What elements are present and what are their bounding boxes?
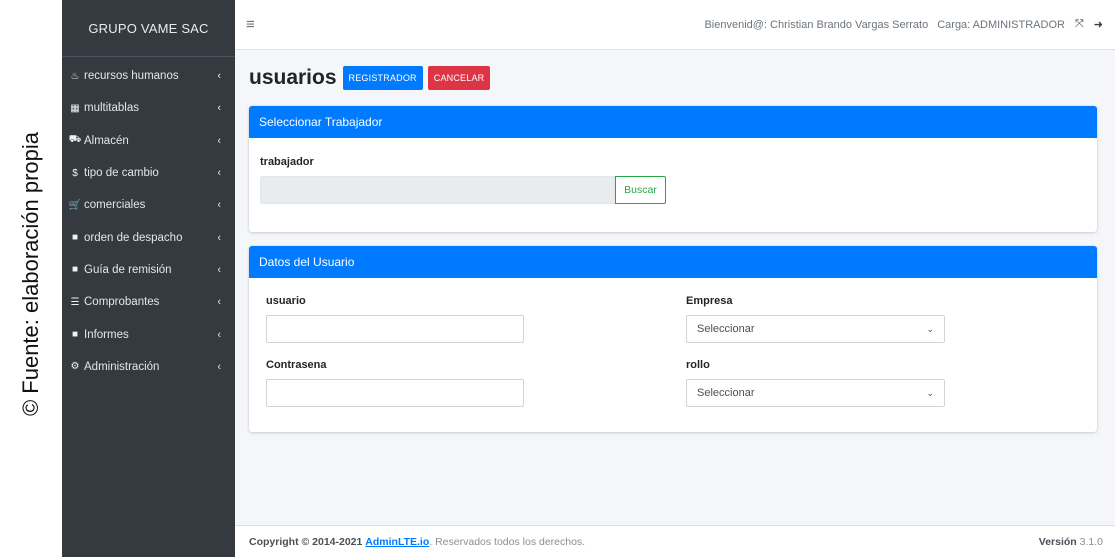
sidebar-item-label: Almacén (84, 134, 129, 147)
sidebar-item-guia-de-remision[interactable]: ■ Guía de remisión ‹ (62, 254, 235, 286)
chevron-down-icon: ⌄ (926, 323, 934, 334)
sidebar-item-label: Administración (84, 360, 160, 373)
usuario-label: usuario (266, 295, 306, 307)
version-label: Versión (1038, 535, 1077, 548)
usuario-input[interactable] (266, 315, 524, 343)
page-title: usuarios (249, 66, 337, 89)
sidebar-item-label: Informes (84, 328, 129, 341)
chevron-left-icon: ‹ (217, 231, 221, 244)
welcome-text: Bienvenid@: Christian Brando Vargas Serr… (704, 18, 929, 31)
almacen-icon: ⛟ (68, 134, 82, 146)
tipo-de-cambio-icon: $ (72, 167, 78, 179)
user-data-card: Datos del Usuario usuario Contrasena Emp… (249, 246, 1097, 432)
sidebar-item-almacen[interactable]: ⛟ Almacén ‹ (62, 125, 235, 157)
sidebar-item-label: comerciales (84, 199, 146, 212)
sidebar-item-label: recursos humanos (84, 70, 179, 83)
sidebar: GRUPO VAME SAC ♨ recursos humanos ‹ ▦ multit… (62, 0, 235, 557)
empresa-select[interactable]: Seleccionar ⌄ (686, 315, 945, 343)
rollo-select-value: Seleccionar (697, 387, 755, 399)
role-text: Carga: ADMINISTRADOR (937, 18, 1065, 31)
rights-text: . Reservados todos los derechos. (429, 535, 586, 548)
register-button[interactable]: REGISTRADOR (342, 66, 423, 90)
trabajador-input[interactable] (260, 176, 615, 204)
chevron-left-icon: ‹ (217, 360, 221, 373)
select-worker-card-header: Seleccionar Trabajador (249, 106, 1097, 138)
sidebar-item-multitablas[interactable]: ▦ multitablas ‹ (62, 92, 235, 124)
main-content: ≡ Bienvenid@: Christian Brando Vargas Se… (235, 0, 1115, 557)
contrasena-input[interactable] (266, 379, 524, 407)
select-worker-card: Seleccionar Trabajador trabajador Buscar (249, 106, 1097, 232)
sidebar-menu: ♨ recursos humanos ‹ ▦ multitablas ‹ ⛟ Almacén ‹… (62, 60, 235, 383)
sidebar-item-informes[interactable]: ■ Informes ‹ (62, 318, 235, 350)
sidebar-item-orden-de-despacho[interactable]: ■ orden de despacho ‹ (62, 221, 235, 253)
chevron-left-icon: ‹ (217, 102, 221, 115)
sidebar-item-tipo-de-cambio[interactable]: $ tipo de cambio ‹ (62, 157, 235, 189)
sidebar-item-label: Guía de remisión (84, 263, 172, 276)
adminlte-link[interactable]: AdminLTE.io (365, 536, 429, 548)
chevron-left-icon: ‹ (217, 328, 221, 341)
recursos-humanos-icon: ♨ (70, 70, 80, 82)
chevron-left-icon: ‹ (217, 134, 221, 147)
copyright-text: Copyright © 2014-2021 (249, 535, 363, 548)
sidebar-item-comprobantes[interactable]: ☰ Comprobantes ‹ (62, 286, 235, 318)
top-navbar: ≡ Bienvenid@: Christian Brando Vargas Se… (235, 0, 1115, 50)
chevron-left-icon: ‹ (217, 263, 221, 276)
orden-de-despacho-icon: ■ (71, 232, 79, 244)
search-worker-button[interactable]: Buscar (615, 176, 666, 204)
version-number: 3.1.0 (1079, 535, 1103, 548)
version-info: Versión 3.1.0 (1039, 536, 1103, 548)
empresa-label: Empresa (686, 295, 733, 307)
chevron-left-icon: ‹ (217, 70, 221, 83)
comerciales-icon: 🛒 (68, 199, 82, 211)
chevron-left-icon: ‹ (217, 199, 221, 212)
trabajador-label: trabajador (260, 156, 314, 168)
multitablas-icon: ▦ (70, 102, 80, 114)
credit-text: © Fuente: elaboración propia (18, 131, 43, 417)
administracion-icon: ⚙ (70, 361, 80, 373)
sidebar-item-label: orden de despacho (84, 231, 183, 244)
sidebar-item-label: Comprobantes (84, 296, 160, 309)
fullscreen-icon[interactable]: ⤧ (1075, 18, 1084, 31)
chevron-left-icon: ‹ (217, 296, 221, 309)
user-data-card-header: Datos del Usuario (249, 246, 1097, 278)
sidebar-item-comerciales[interactable]: 🛒 comerciales ‹ (62, 189, 235, 221)
contrasena-label: Contrasena (266, 359, 327, 371)
cancel-button[interactable]: CANCELAR (427, 66, 491, 90)
logout-icon[interactable]: ➜ (1094, 18, 1103, 31)
chevron-left-icon: ‹ (217, 167, 221, 180)
image-credit: © Fuente: elaboración propia (0, 0, 62, 557)
footer: Copyright © 2014-2021 AdminLTE.io . Rese… (235, 525, 1115, 557)
menu-toggle-icon[interactable]: ≡ (246, 16, 255, 33)
page-header: usuarios REGISTRADOR CANCELAR (249, 66, 495, 90)
rollo-label: rollo (686, 359, 710, 371)
empresa-select-value: Seleccionar (697, 323, 755, 335)
sidebar-item-administracion[interactable]: ⚙ Administración ‹ (62, 351, 235, 383)
guia-de-remision-icon: ■ (71, 264, 79, 276)
brand-title[interactable]: GRUPO VAME SAC (62, 0, 235, 57)
rollo-select[interactable]: Seleccionar ⌄ (686, 379, 945, 407)
sidebar-item-label: tipo de cambio (84, 167, 159, 180)
sidebar-item-label: multitablas (84, 102, 139, 115)
chevron-down-icon: ⌄ (926, 387, 934, 398)
comprobantes-icon: ☰ (70, 296, 80, 308)
sidebar-item-recursos-humanos[interactable]: ♨ recursos humanos ‹ (62, 60, 235, 92)
informes-icon: ■ (71, 329, 79, 341)
